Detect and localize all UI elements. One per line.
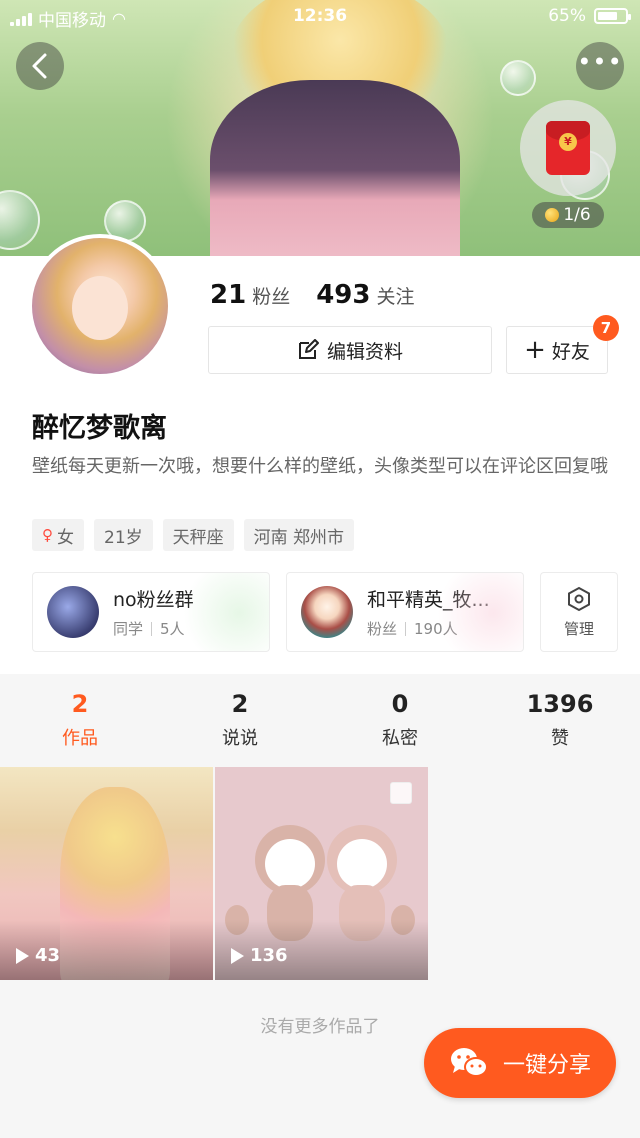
chevron-left-icon [32, 53, 47, 79]
group-card[interactable]: 和平精英_牧... 粉丝 190人 [286, 572, 524, 652]
manage-label: 管理 [563, 619, 594, 638]
group-role: 同学 [113, 620, 144, 638]
follow-stats: 21 粉丝 493 关注 [210, 280, 415, 310]
work-thumbnail[interactable]: 43 [0, 767, 213, 980]
more-icon: ••• [577, 48, 623, 76]
more-button[interactable]: ••• [576, 42, 624, 90]
battery-percent: 65% [548, 6, 586, 26]
age-tag: 21岁 [94, 519, 153, 551]
tab-works[interactable]: 2 作品 [0, 676, 160, 762]
bio: 壁纸每天更新一次哦，想要什么样的壁纸，头像类型可以在评论区回复哦 [32, 456, 608, 477]
edit-icon [298, 339, 319, 359]
group-card[interactable]: no粉丝群 同学 5人 [32, 572, 270, 652]
red-packet-button[interactable]: ¥ [520, 100, 616, 196]
battery-icon [594, 8, 631, 24]
share-label: 一键分享 [502, 1053, 591, 1078]
group-list: no粉丝群 同学 5人 和平精英_牧... 粉丝 190人 [32, 572, 618, 652]
avatar[interactable] [28, 234, 172, 378]
status-bar: 中国移动 ◠ 12:36 65% [0, 0, 640, 34]
group-role: 粉丝 [367, 620, 398, 638]
edit-profile-button[interactable]: 编辑资料 [208, 326, 492, 374]
friend-notification-badge: 7 [593, 315, 619, 341]
back-button[interactable] [16, 42, 64, 90]
select-checkbox[interactable] [390, 782, 412, 804]
red-packet-count-text: 1/6 [563, 205, 591, 225]
plus-icon: + [524, 335, 546, 365]
followers-count[interactable]: 21 [210, 280, 246, 310]
female-icon: ♀ [42, 526, 53, 544]
tab-moments[interactable]: 2 说说 [160, 676, 320, 762]
username: 醉忆梦歌离 [32, 413, 167, 444]
play-icon [16, 947, 29, 964]
profile-card: 21 粉丝 493 关注 编辑资料 + 好友 7 醉忆梦歌离 壁纸每天更新一次哦… [0, 234, 640, 674]
settings-hexagon-icon [568, 586, 590, 611]
zodiac-tag: 天秤座 [162, 519, 234, 551]
group-avatar [301, 586, 353, 638]
location-tag: 河南 郑州市 [243, 519, 355, 551]
red-envelope-icon: ¥ [546, 121, 590, 175]
play-count: 43 [16, 945, 60, 966]
tab-likes[interactable]: 1396 赞 [480, 676, 640, 762]
group-avatar [47, 586, 99, 638]
edit-profile-label: 编辑资料 [326, 340, 403, 363]
works-grid: 43 136 [0, 767, 428, 980]
tab-private[interactable]: 0 私密 [320, 676, 480, 762]
manage-groups-button[interactable]: 管理 [540, 572, 618, 652]
followers-label[interactable]: 粉丝 [252, 282, 290, 309]
content-tabs: 2 作品 2 说说 0 私密 1396 赞 [0, 676, 640, 762]
gender-tag: ♀ 女 [32, 519, 84, 551]
status-time: 12:36 [292, 6, 348, 26]
gold-coin-icon [545, 208, 560, 222]
one-click-share-button[interactable]: 一键分享 [424, 1028, 616, 1098]
wechat-icon [450, 1048, 488, 1077]
red-packet-counter: 1/6 [532, 202, 604, 228]
play-icon [231, 947, 244, 964]
add-friend-label: 好友 [551, 340, 590, 363]
play-count: 136 [231, 945, 288, 966]
add-friend-button[interactable]: + 好友 [506, 326, 608, 374]
following-label[interactable]: 关注 [376, 282, 414, 309]
profile-tags: ♀ 女 21岁 天秤座 河南 郑州市 [32, 519, 355, 551]
following-count[interactable]: 493 [316, 280, 370, 310]
